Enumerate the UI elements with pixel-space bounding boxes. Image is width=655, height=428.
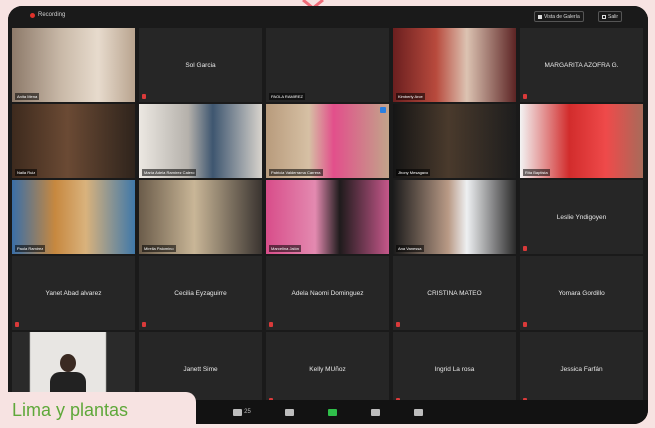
muted-mic-icon <box>142 322 146 327</box>
chat-icon[interactable] <box>284 408 294 416</box>
participant-name: CRISTINA MATEO <box>427 289 482 297</box>
caption-text: Lima y plantas <box>12 399 129 420</box>
participant-tile[interactable]: Adela Naomi Dominguez <box>266 256 389 330</box>
participant-tile[interactable]: Cecilia Eyzaguirre <box>139 256 262 330</box>
share-screen-icon[interactable] <box>327 408 337 416</box>
participant-tile[interactable]: Sol Garcia <box>139 28 262 102</box>
participant-gallery: Anita Mena Sol Garcia PAOLA RAMIREZ Kimberl… <box>12 28 644 406</box>
participant-tile[interactable]: Mirella Palomino <box>139 180 262 254</box>
muted-mic-icon <box>15 322 19 327</box>
participant-tile[interactable]: Leslie Yndigoyen <box>520 180 643 254</box>
participant-video <box>393 180 516 254</box>
participant-label: Rita Baptista <box>523 169 550 176</box>
participant-tile[interactable]: PAOLA RAMIREZ <box>266 28 389 102</box>
muted-mic-icon <box>523 322 527 327</box>
participant-tile[interactable]: Jessica Farfán <box>520 332 643 406</box>
participant-label: Kimberly Arce <box>396 93 425 100</box>
recording-label: Recording <box>38 12 66 18</box>
grid-icon <box>538 14 542 19</box>
recording-indicator: Recording <box>30 12 65 18</box>
muted-mic-icon <box>269 322 273 327</box>
participant-label: Anita Mena <box>15 93 40 100</box>
participant-tile[interactable]: CRISTINA MATEO <box>393 256 516 330</box>
participant-label: María Adela Ramírez Calero <box>142 169 197 176</box>
caption-box: Lima y plantas <box>0 392 196 428</box>
muted-mic-icon <box>523 246 527 251</box>
participant-tile[interactable]: Anita Mena <box>12 28 135 102</box>
participants-button[interactable]: 25 <box>233 408 251 416</box>
participant-label: Mirella Palomino <box>142 245 176 252</box>
participant-label: PAOLA RAMIREZ <box>269 93 305 100</box>
muted-mic-icon <box>523 94 527 99</box>
participant-video <box>266 180 389 254</box>
participant-video <box>520 104 643 178</box>
gallery-view-label: Vista de Galería <box>544 13 580 20</box>
participant-video <box>139 180 262 254</box>
participant-label: Ana Vanessa <box>396 245 424 252</box>
reactions-icon[interactable] <box>413 408 423 416</box>
participant-video <box>12 180 135 254</box>
video-call-window: Recording Vista de Galería Salir Anita M… <box>8 6 648 424</box>
fullscreen-icon <box>602 14 606 19</box>
participant-label: Marcelina Jalón <box>269 245 302 252</box>
participant-tile[interactable]: Kelly MUñoz <box>266 332 389 406</box>
participant-tile[interactable]: Rita Baptista <box>520 104 643 178</box>
participant-video <box>393 104 516 178</box>
participant-label: Naila Ruiz <box>15 169 38 176</box>
interpreter-head <box>60 354 76 372</box>
participant-tile[interactable]: Paola Ramirez <box>12 180 135 254</box>
participant-tile[interactable]: Marcelina Jalón <box>266 180 389 254</box>
participant-label: Jhony Mesagavo <box>396 169 431 176</box>
participant-label: Paola Ramirez <box>15 245 46 252</box>
recording-dot-icon <box>30 12 35 18</box>
participant-name: Yomara Gordillo <box>558 289 605 297</box>
participant-tile[interactable]: Patricia Valderrama Carrera <box>266 104 389 178</box>
participant-tile[interactable]: MARGARITA AZOFRA G. <box>520 28 643 102</box>
participant-name: Yanet Abad alvarez <box>45 289 102 297</box>
muted-mic-icon <box>396 322 400 327</box>
participant-video <box>393 28 516 102</box>
gallery-view-button[interactable]: Vista de Galería <box>534 11 584 22</box>
participant-tile[interactable]: Ana Vanessa <box>393 180 516 254</box>
participant-name: Sol Garcia <box>185 61 216 69</box>
exit-fullscreen-button[interactable]: Salir <box>598 11 623 22</box>
participant-name: Adela Naomi Dominguez <box>291 289 364 297</box>
record-icon[interactable] <box>370 408 380 416</box>
participant-name: Kelly MUñoz <box>309 365 346 373</box>
participant-video <box>139 104 262 178</box>
muted-mic-icon <box>142 94 146 99</box>
participant-label: Patricia Valderrama Carrera <box>269 169 323 176</box>
participant-video <box>266 104 389 178</box>
participant-tile[interactable]: María Adela Ramírez Calero <box>139 104 262 178</box>
participant-tile[interactable]: Jhony Mesagavo <box>393 104 516 178</box>
participant-name: MARGARITA AZOFRA G. <box>544 61 619 69</box>
top-bar: Recording Vista de Galería Salir <box>8 6 648 26</box>
exit-label: Salir <box>608 13 619 20</box>
participant-tile[interactable]: Naila Ruiz <box>12 104 135 178</box>
participant-name: Cecilia Eyzaguirre <box>174 289 227 297</box>
participant-tile[interactable]: Yomara Gordillo <box>520 256 643 330</box>
participants-count: 25 <box>244 409 251 415</box>
participant-video <box>12 104 135 178</box>
participant-tile[interactable]: Yanet Abad alvarez <box>12 256 135 330</box>
participant-tile[interactable]: Ingrid La rosa <box>393 332 516 406</box>
participants-icon <box>233 408 243 416</box>
participant-name: Jessica Farfán <box>560 365 603 373</box>
participant-tile[interactable]: Kimberly Arce <box>393 28 516 102</box>
participant-video <box>12 28 135 102</box>
spotlight-icon <box>380 107 386 113</box>
participant-name: Leslie Yndigoyen <box>556 213 607 221</box>
participant-name: Ingrid La rosa <box>434 365 475 373</box>
